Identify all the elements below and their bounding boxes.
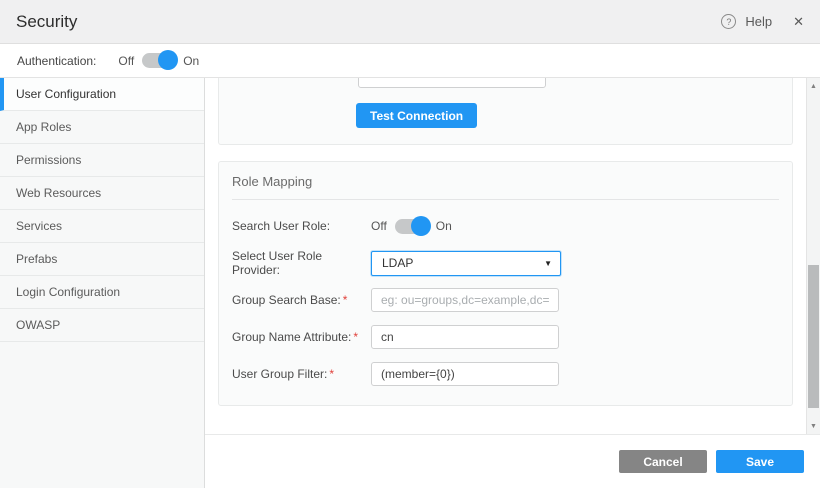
user-group-filter-label: User Group Filter:* (232, 367, 371, 381)
group-name-attribute-input[interactable] (371, 325, 559, 349)
user-role-provider-select[interactable]: LDAP ▼ (371, 251, 561, 276)
toggle-knob-icon (158, 50, 178, 70)
provider-label: Select User Role Provider: (232, 249, 371, 277)
sidebar-item-user-configuration[interactable]: User Configuration (0, 78, 204, 111)
sidebar-item-app-roles[interactable]: App Roles (0, 111, 204, 144)
connection-card: Test Connection (218, 78, 793, 145)
scroll-up-icon[interactable]: ▲ (807, 80, 820, 92)
group-search-base-input[interactable] (371, 288, 559, 312)
sidebar-item-services[interactable]: Services (0, 210, 204, 243)
authentication-toggle[interactable] (142, 53, 175, 68)
page-title: Security (16, 12, 77, 32)
footer-actions: Cancel Save (205, 434, 820, 488)
sidebar-item-web-resources[interactable]: Web Resources (0, 177, 204, 210)
authentication-on-label: On (183, 54, 199, 68)
authentication-bar: Authentication: Off On (0, 44, 820, 78)
header-actions: ? Help ✕ (721, 14, 804, 30)
required-marker: * (343, 293, 348, 307)
main-content: Test Connection Role Mapping Search User… (205, 78, 820, 488)
group-name-attribute-label: Group Name Attribute:* (232, 330, 371, 344)
required-marker: * (329, 367, 334, 381)
sidebar: User Configuration App Roles Permissions… (0, 78, 205, 488)
role-mapping-title: Role Mapping (232, 162, 779, 199)
search-user-role-off-label: Off (371, 219, 387, 233)
search-user-role-label: Search User Role: (232, 219, 371, 233)
group-search-base-label: Group Search Base:* (232, 293, 371, 307)
test-connection-button[interactable]: Test Connection (356, 103, 477, 128)
role-mapping-form: Search User Role: Off On Select User Rol… (232, 200, 779, 386)
header: Security ? Help ✕ (0, 0, 820, 44)
sidebar-item-prefabs[interactable]: Prefabs (0, 243, 204, 276)
role-mapping-card: Role Mapping Search User Role: Off On (218, 161, 793, 406)
sidebar-item-permissions[interactable]: Permissions (0, 144, 204, 177)
user-group-filter-row: User Group Filter:* (232, 362, 779, 386)
search-user-role-toggle[interactable] (395, 219, 428, 234)
authentication-label: Authentication: (17, 54, 96, 68)
connection-input-partial[interactable] (358, 78, 546, 88)
cancel-button[interactable]: Cancel (619, 450, 707, 473)
help-icon[interactable]: ? (721, 14, 736, 29)
search-user-role-row: Search User Role: Off On (232, 214, 779, 238)
group-name-attribute-row: Group Name Attribute:* (232, 325, 779, 349)
close-icon[interactable]: ✕ (793, 14, 804, 30)
provider-selected-value: LDAP (382, 256, 413, 270)
scrollable-panel: Test Connection Role Mapping Search User… (205, 78, 806, 434)
sidebar-item-owasp[interactable]: OWASP (0, 309, 204, 342)
group-search-base-row: Group Search Base:* (232, 288, 779, 312)
required-marker: * (353, 330, 358, 344)
scrollbar-thumb[interactable] (808, 265, 819, 408)
provider-row: Select User Role Provider: LDAP ▼ (232, 251, 779, 275)
chevron-down-icon: ▼ (544, 259, 552, 268)
search-user-role-on-label: On (436, 219, 452, 233)
sidebar-item-login-configuration[interactable]: Login Configuration (0, 276, 204, 309)
save-button[interactable]: Save (716, 450, 804, 473)
help-link[interactable]: Help (745, 14, 772, 29)
security-window: Security ? Help ✕ Authentication: Off On… (0, 0, 820, 488)
toggle-knob-icon (411, 216, 431, 236)
scroll-down-icon[interactable]: ▼ (807, 420, 820, 432)
authentication-off-label: Off (118, 54, 134, 68)
vertical-scrollbar[interactable]: ▲ ▼ (806, 78, 820, 434)
user-group-filter-input[interactable] (371, 362, 559, 386)
